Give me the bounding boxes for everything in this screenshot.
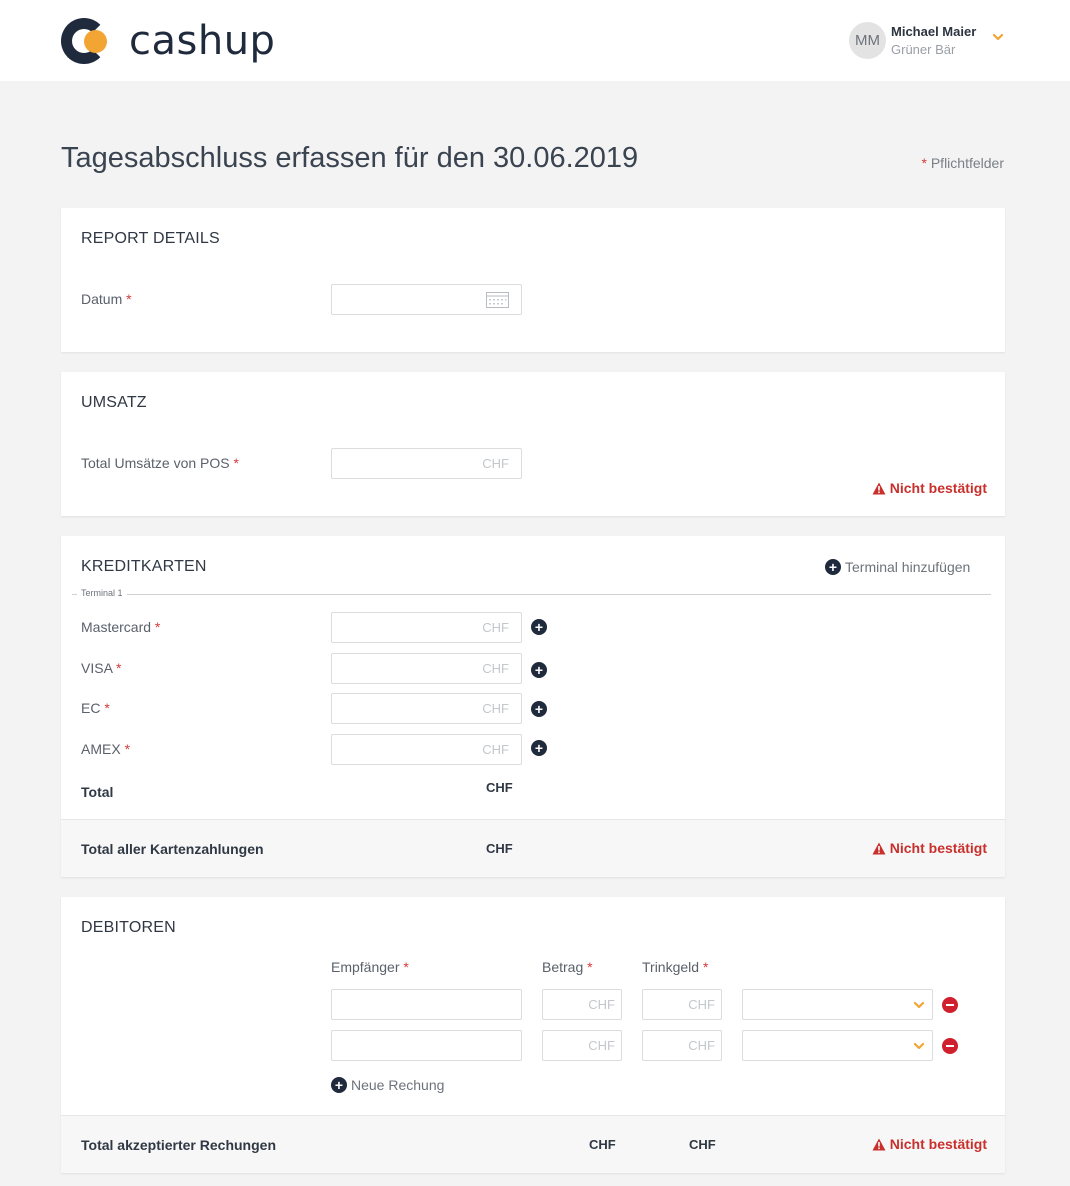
terminal-divider <box>72 594 991 595</box>
card-payments-status: Nicht bestätigt <box>872 840 987 856</box>
new-invoice-button[interactable]: + Neue Rechung <box>331 1077 444 1093</box>
ec-input[interactable]: CHF <box>331 693 522 724</box>
amount-column-header: Betrag * <box>542 959 593 975</box>
debitoren-title: DEBITOREN <box>81 919 176 936</box>
chevron-down-icon[interactable] <box>993 33 1003 41</box>
accepted-invoices-total-label: Total akzeptierter Rechungen <box>81 1137 277 1153</box>
calendar-icon[interactable] <box>486 292 509 308</box>
card-payments-total-row: Total aller Kartenzahlungen CHF Nicht be… <box>61 819 1005 877</box>
visa-label: VISA * <box>81 660 122 676</box>
pos-total-input[interactable]: CHF <box>331 448 522 479</box>
amount-input[interactable]: CHF <box>542 1030 622 1061</box>
cashup-logo[interactable]: cashup <box>61 18 275 64</box>
logo-wordmark: cashup <box>129 18 276 64</box>
tip-input[interactable]: CHF <box>642 989 722 1020</box>
card-payments-total-label: Total aller Kartenzahlungen <box>81 841 264 857</box>
status-select[interactable] <box>742 1030 933 1061</box>
accepted-invoices-total-row: Total akzeptierter Rechungen CHF CHF Nic… <box>61 1115 1005 1173</box>
user-restaurant: Grüner Bär <box>891 41 956 57</box>
status-select[interactable] <box>742 989 933 1020</box>
amex-label: AMEX * <box>81 741 131 757</box>
add-terminal-button[interactable]: + Terminal hinzufügen <box>825 559 970 575</box>
umsatz-title: UMSATZ <box>81 394 147 411</box>
pos-total-label: Total Umsätze von POS * <box>81 455 239 471</box>
tip-column-header: Trinkgeld * <box>642 959 709 975</box>
warning-icon <box>872 1138 886 1150</box>
amex-input[interactable]: CHF <box>331 734 522 765</box>
plus-circle-icon[interactable]: + <box>531 662 547 678</box>
date-input[interactable] <box>331 284 522 315</box>
mastercard-label: Mastercard * <box>81 619 161 635</box>
recipient-input[interactable] <box>331 1030 522 1061</box>
amount-input[interactable]: CHF <box>542 989 622 1020</box>
umsatz-status: Nicht bestätigt <box>872 480 987 496</box>
plus-circle-icon[interactable]: + <box>531 740 547 756</box>
required-fields-note: * Pflichtfelder <box>921 155 1005 171</box>
user-menu[interactable]: MM Michael Maier Grüner Bär <box>849 22 976 59</box>
user-name: Michael Maier <box>891 23 977 39</box>
kreditkarten-card: KREDITKARTEN + Terminal hinzufügen Termi… <box>61 536 1005 877</box>
plus-circle-icon[interactable]: + <box>531 619 547 635</box>
terminal-label: Terminal 1 <box>77 588 127 598</box>
report-details-title: REPORT DETAILS <box>81 230 220 247</box>
warning-icon <box>872 482 886 494</box>
avatar: MM <box>849 22 886 59</box>
card-total-value: CHF <box>486 780 513 795</box>
report-details-card: REPORT DETAILS Datum * <box>61 208 1005 352</box>
debitoren-card: DEBITOREN Empfänger * Betrag * Trinkgeld… <box>61 897 1005 1173</box>
kreditkarten-title: KREDITKARTEN <box>81 558 207 575</box>
visa-input[interactable]: CHF <box>331 653 522 684</box>
top-bar: cashup MM Michael Maier Grüner Bär <box>0 0 1070 81</box>
mastercard-input[interactable]: CHF <box>331 612 522 643</box>
ec-label: EC * <box>81 700 110 716</box>
debitoren-status: Nicht bestätigt <box>872 1136 987 1152</box>
chevron-down-icon <box>914 1001 924 1009</box>
warning-icon <box>872 842 886 854</box>
umsatz-card: UMSATZ Total Umsätze von POS * CHF Nicht… <box>61 372 1005 516</box>
chevron-down-icon <box>914 1042 924 1050</box>
tip-input[interactable]: CHF <box>642 1030 722 1061</box>
logo-mark-icon <box>61 18 109 64</box>
date-label: Datum * <box>81 291 132 307</box>
page-title: Tagesabschluss erfassen für den 30.06.20… <box>61 142 639 174</box>
accepted-invoices-tip-total: CHF <box>689 1137 716 1152</box>
recipient-column-header: Empfänger * <box>331 959 409 975</box>
card-total-label: Total <box>81 784 114 800</box>
remove-row-icon[interactable] <box>942 997 958 1013</box>
plus-circle-icon: + <box>331 1077 347 1093</box>
remove-row-icon[interactable] <box>942 1038 958 1054</box>
plus-circle-icon: + <box>825 559 841 575</box>
plus-circle-icon[interactable]: + <box>531 701 547 717</box>
card-payments-total-value: CHF <box>486 841 513 856</box>
accepted-invoices-amount-total: CHF <box>589 1137 616 1152</box>
recipient-input[interactable] <box>331 989 522 1020</box>
